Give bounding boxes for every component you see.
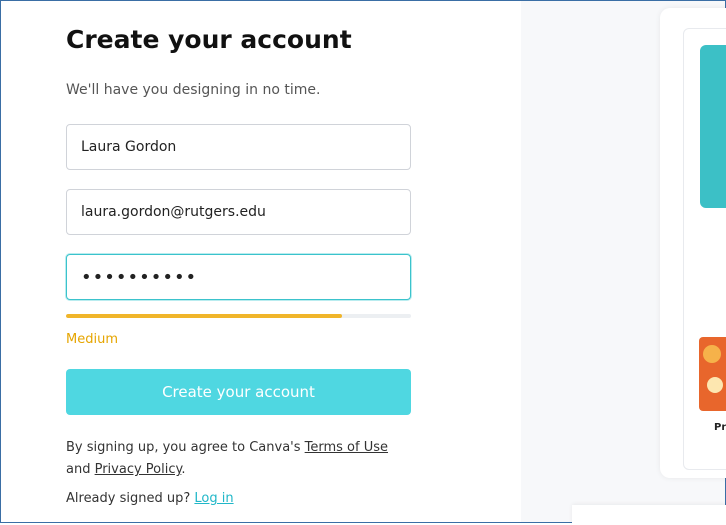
preview-teal-banner: [700, 45, 726, 208]
password-field[interactable]: [66, 254, 411, 300]
login-prefix: Already signed up?: [66, 491, 195, 506]
name-field[interactable]: [66, 124, 411, 170]
terms-of-use-link[interactable]: Terms of Use: [305, 440, 388, 455]
signup-panel: Create your account We'll have you desig…: [1, 1, 521, 522]
bottom-sheet: [572, 505, 726, 525]
page-title: Create your account: [66, 25, 352, 54]
terms-suffix: .: [181, 462, 186, 477]
terms-middle: and: [66, 462, 95, 477]
password-strength-label: Medium: [66, 332, 118, 347]
password-strength-meter: [66, 314, 411, 318]
login-prompt: Already signed up? Log in: [66, 491, 234, 506]
browser-frame: Create your account We'll have you desig…: [0, 0, 726, 523]
page-subtitle: We'll have you designing in no time.: [66, 82, 321, 98]
privacy-policy-link[interactable]: Privacy Policy: [95, 462, 182, 477]
template-thumbnail-label: Pr: [714, 422, 726, 433]
template-thumbnail[interactable]: [699, 337, 726, 411]
login-link[interactable]: Log in: [194, 491, 233, 506]
email-field[interactable]: [66, 189, 411, 235]
create-account-button[interactable]: Create your account: [66, 369, 411, 415]
terms-notice: By signing up, you agree to Canva's Term…: [66, 437, 426, 481]
terms-prefix: By signing up, you agree to Canva's: [66, 440, 305, 455]
password-strength-fill: [66, 314, 342, 318]
